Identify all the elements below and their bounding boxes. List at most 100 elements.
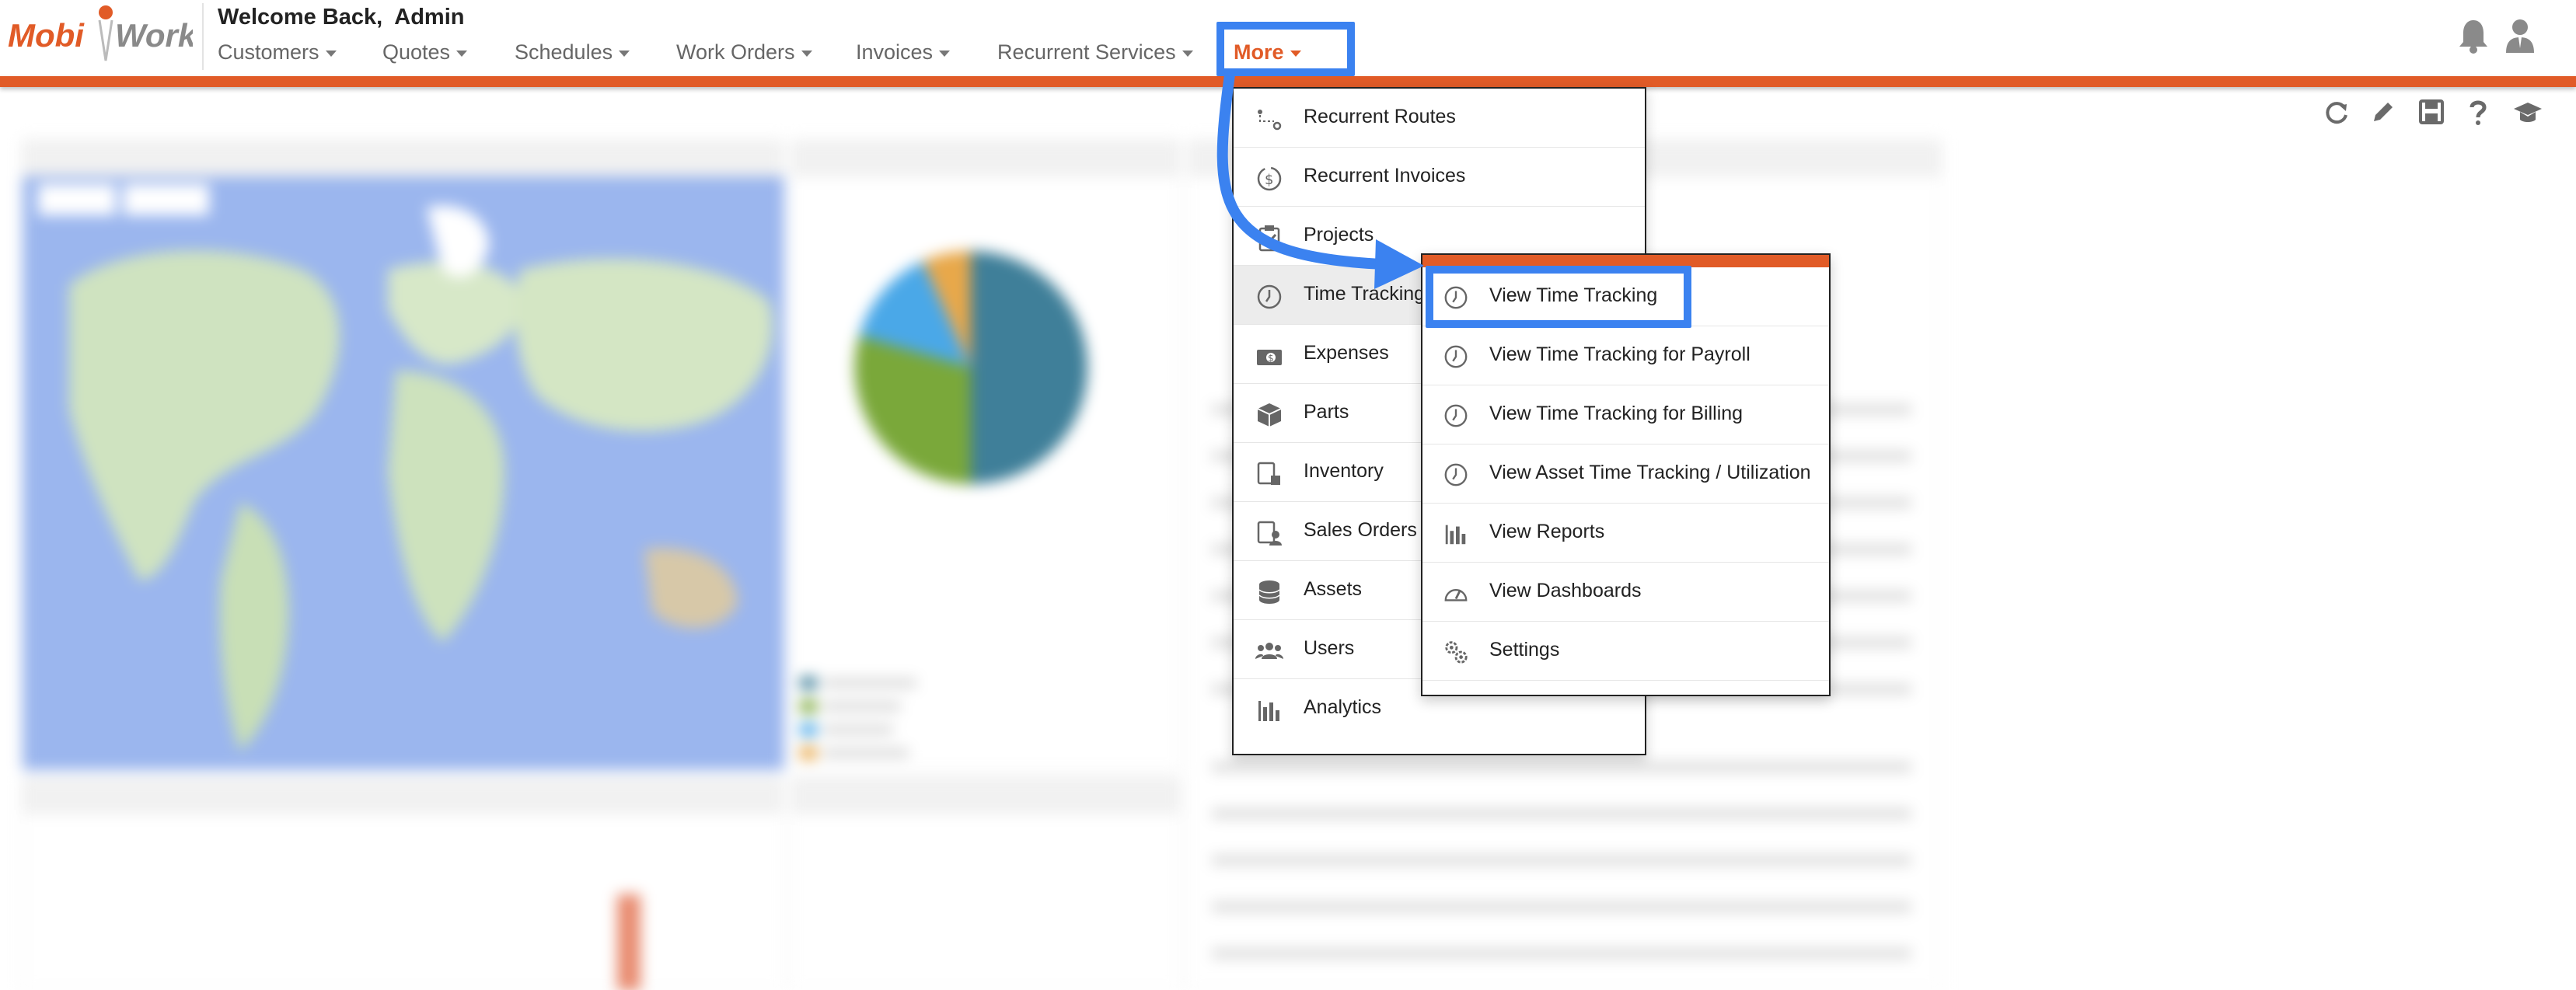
nav-quotes[interactable]: Quotes — [382, 40, 468, 64]
legend-swatch — [800, 677, 817, 689]
submenu-item-label: View Dashboards — [1489, 580, 1642, 601]
view-time-tracking-highlight-box — [1426, 266, 1691, 328]
welcome-message: Welcome Back, Admin — [218, 5, 465, 30]
caret-down-icon — [1182, 50, 1193, 57]
logo-divider — [202, 3, 204, 70]
panel-header — [23, 141, 783, 176]
bar-chart-panel — [22, 777, 784, 990]
submenu-item-label: View Time Tracking for Payroll — [1489, 343, 1750, 365]
menu-item-label: Expenses — [1304, 342, 1389, 364]
nav-label: Work Orders — [676, 40, 795, 64]
nav-schedules[interactable]: Schedules — [515, 40, 630, 64]
menu-item-label: Time Tracking — [1304, 283, 1426, 305]
nav-customers[interactable]: Customers — [218, 40, 337, 64]
bottom-panel — [791, 777, 1180, 990]
svg-text:Work: Work — [115, 17, 193, 54]
nav-label: Schedules — [515, 40, 613, 64]
submenu-item-settings[interactable]: Settings — [1422, 622, 1829, 681]
database-icon — [1258, 580, 1280, 604]
menu-item-label: Analytics — [1304, 696, 1382, 718]
submenu-item-view-dashboards[interactable]: View Dashboards — [1422, 563, 1829, 622]
menu-item-label: Parts — [1304, 401, 1349, 423]
submenu-item-label: View Time Tracking for Billing — [1489, 403, 1744, 424]
legend-text — [823, 748, 909, 758]
svg-text:Mobi: Mobi — [8, 17, 85, 54]
nav-label: Quotes — [382, 40, 451, 64]
caret-down-icon — [619, 50, 630, 57]
legend-swatch — [800, 700, 817, 713]
graduation-cap-icon[interactable] — [2512, 96, 2543, 127]
submenu-item-view-reports[interactable]: View Reports — [1422, 504, 1829, 563]
users-icon — [1255, 643, 1283, 659]
legend-swatch — [800, 723, 817, 736]
caret-down-icon — [456, 50, 468, 57]
panel-header — [792, 141, 1179, 176]
menu-item-label: Recurrent Invoices — [1304, 165, 1466, 186]
table-row-blur — [1212, 949, 1911, 958]
caret-down-icon — [801, 50, 812, 57]
menu-item-recurrent-invoices[interactable]: $ Recurrent Invoices — [1234, 148, 1645, 207]
nav-label: Customers — [218, 40, 319, 64]
money-icon: $ — [1257, 350, 1282, 365]
header-accent-bar — [0, 76, 2576, 87]
svg-text:$: $ — [1265, 172, 1273, 188]
clipboard-check-icon — [1258, 225, 1280, 252]
nav-label: Recurrent Services — [997, 40, 1176, 64]
menu-item-recurrent-routes[interactable]: Recurrent Routes — [1234, 89, 1645, 148]
menu-item-label: Recurrent Routes — [1304, 106, 1456, 127]
dollar-cycle-icon: $ — [1257, 166, 1282, 191]
more-highlight-box — [1216, 22, 1355, 76]
nav-label: Invoices — [856, 40, 934, 64]
svg-text:$: $ — [1268, 353, 1274, 364]
legend-text — [823, 678, 916, 688]
inventory-icon — [1257, 462, 1280, 485]
menu-item-label: Users — [1304, 637, 1355, 659]
bar-chart-icon — [1445, 525, 1466, 545]
table-row-blur — [1212, 809, 1911, 818]
gears-icon — [1445, 641, 1468, 664]
sales-orders-icon — [1257, 521, 1282, 546]
legend-text — [823, 702, 901, 711]
pencil-icon[interactable] — [2368, 96, 2399, 127]
clock-icon — [1444, 345, 1468, 368]
mobiwork-logo[interactable]: Mobi Work — [6, 3, 193, 68]
route-icon — [1258, 110, 1282, 131]
nav-recurrent-services[interactable]: Recurrent Services — [997, 40, 1193, 64]
panel-header — [23, 778, 783, 814]
submenu-item-view-time-tracking-payroll[interactable]: View Time Tracking for Payroll — [1422, 326, 1829, 385]
clock-icon — [1444, 404, 1468, 427]
caret-down-icon — [939, 50, 951, 57]
box-icon — [1257, 403, 1282, 427]
bar-chart-icon — [1258, 701, 1279, 721]
menu-item-label: Assets — [1304, 578, 1363, 600]
help-icon[interactable] — [2463, 96, 2494, 127]
refresh-icon[interactable] — [2321, 96, 2352, 127]
save-icon[interactable] — [2416, 96, 2447, 127]
nav-invoices[interactable]: Invoices — [856, 40, 951, 64]
table-row-blur — [1212, 856, 1911, 865]
clock-icon — [1257, 284, 1282, 309]
panel-header — [792, 778, 1179, 814]
gauge-icon — [1444, 589, 1468, 601]
menu-item-label: Inventory — [1304, 460, 1384, 482]
submenu-item-label: View Asset Time Tracking / Utilization — [1489, 462, 1811, 483]
submenu-item-label: Settings — [1489, 639, 1560, 661]
bell-icon[interactable] — [2456, 17, 2490, 54]
submenu-item-view-asset-time-tracking[interactable]: View Asset Time Tracking / Utilization — [1422, 444, 1829, 504]
menu-item-label: Projects — [1304, 224, 1374, 246]
legend-swatch — [800, 747, 817, 759]
table-row-blur — [1212, 762, 1911, 772]
map-image — [23, 176, 784, 770]
legend-text — [823, 725, 893, 734]
bar-mark — [617, 894, 641, 990]
map-panel — [22, 140, 784, 770]
clock-icon — [1444, 463, 1468, 486]
submenu-item-view-time-tracking-billing[interactable]: View Time Tracking for Billing — [1422, 385, 1829, 444]
menu-item-label: Sales Orders — [1304, 519, 1417, 541]
pie-chart-panel — [791, 140, 1180, 769]
user-icon[interactable] — [2503, 17, 2537, 54]
submenu-item-label: View Reports — [1489, 521, 1605, 542]
nav-work-orders[interactable]: Work Orders — [676, 40, 812, 64]
table-row-blur — [1212, 902, 1911, 912]
caret-down-icon — [325, 50, 337, 57]
